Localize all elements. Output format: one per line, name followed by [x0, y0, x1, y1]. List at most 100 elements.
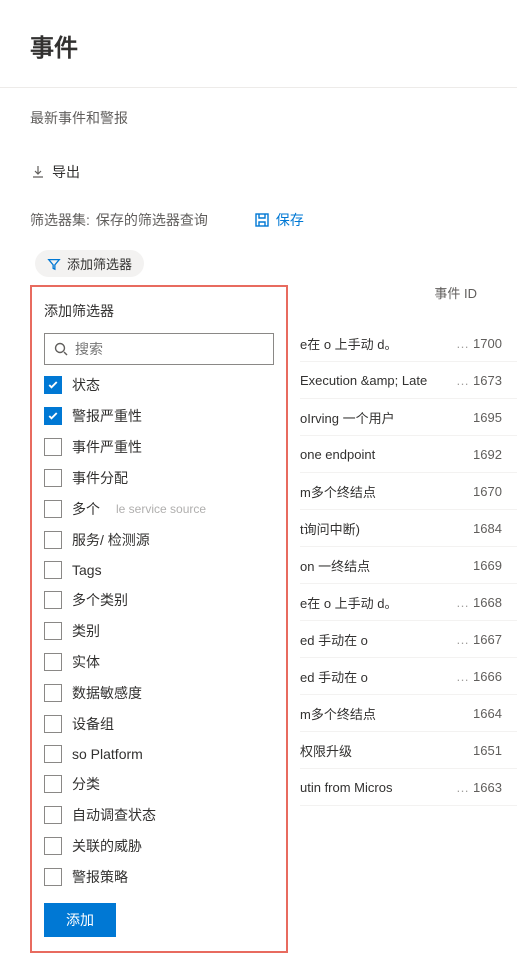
ellipsis-icon: … — [456, 373, 469, 388]
popup-title: 添加筛选器 — [44, 301, 274, 321]
table-row[interactable]: m多个终结点1670 — [300, 473, 517, 510]
filter-option[interactable]: 自动调查状态 — [44, 805, 274, 825]
checkbox-icon[interactable] — [44, 500, 62, 518]
table-row[interactable]: 权限升级1651 — [300, 732, 517, 769]
incident-id: 1700 — [473, 336, 517, 351]
incident-list: e在 o 上手动 d。…1700Execution &amp; Late…167… — [300, 325, 517, 806]
filter-option[interactable]: 多个类别 — [44, 590, 274, 610]
checkbox-icon[interactable] — [44, 745, 62, 763]
filter-option-label: 事件分配 — [72, 468, 128, 488]
filter-option-label: 分类 — [72, 774, 100, 794]
table-row[interactable]: e在 o 上手动 d。… 1700 — [300, 325, 517, 362]
checkbox-icon[interactable] — [44, 438, 62, 456]
filter-checklist: 状态警报严重性事件严重性事件分配多个 le service source 服务/ 检… — [44, 375, 274, 887]
filter-option-label: 类别 — [72, 621, 100, 641]
search-input-wrap[interactable] — [44, 333, 274, 365]
table-row[interactable]: utin from Micros…1663 — [300, 769, 517, 806]
filter-option-label: 多个类别 — [72, 590, 128, 610]
table-row[interactable]: oIrving 一个用户1695 — [300, 399, 517, 436]
export-button[interactable]: 导出 — [52, 162, 80, 182]
table-row[interactable]: ed 手动在 o…1667 — [300, 621, 517, 658]
filter-option[interactable]: 类别 — [44, 621, 274, 641]
incident-id: 1673 — [473, 373, 517, 388]
filter-option-label: 数据敏感度 — [72, 683, 142, 703]
table-row[interactable]: Execution &amp; Late…1673 — [300, 362, 517, 399]
incident-name: utin from Micros — [300, 780, 456, 795]
checkbox-icon[interactable] — [44, 684, 62, 702]
filter-option-label: 设备组 — [72, 714, 114, 734]
table-row[interactable]: e在 o 上手动 d。… 1668 — [300, 584, 517, 621]
incident-name: e在 o 上手动 d。 — [300, 334, 456, 353]
checkbox-icon[interactable] — [44, 561, 62, 579]
checkbox-icon[interactable] — [44, 653, 62, 671]
save-button[interactable]: 保存 — [254, 210, 304, 230]
table-row[interactable]: on 一终结点1669 — [300, 547, 517, 584]
filter-option-label: so Platform — [72, 746, 143, 762]
filter-option-label: 警报严重性 — [72, 406, 142, 426]
filter-option-label: 多个 — [72, 499, 100, 519]
funnel-icon — [47, 257, 61, 271]
filter-option[interactable]: 设备组 — [44, 714, 274, 734]
checkbox-icon[interactable] — [44, 376, 62, 394]
filter-option-label: 自动调查状态 — [72, 805, 156, 825]
checkbox-icon[interactable] — [44, 591, 62, 609]
table-row[interactable]: m多个终结点1664 — [300, 695, 517, 732]
page-subtitle: 最新事件和警报 — [0, 88, 517, 134]
filter-option[interactable]: 分类 — [44, 774, 274, 794]
ellipsis-icon: … — [456, 336, 469, 351]
checkbox-icon[interactable] — [44, 407, 62, 425]
save-icon — [254, 212, 270, 228]
filter-option[interactable]: 多个 le service source — [44, 499, 274, 519]
search-icon — [53, 341, 69, 357]
table-row[interactable]: one endpoint1692 — [300, 436, 517, 473]
filterset-query: 保存的筛选器查询 — [96, 210, 208, 230]
checkbox-icon[interactable] — [44, 868, 62, 886]
column-header-id[interactable]: 事件 ID — [434, 283, 477, 302]
export-icon[interactable] — [30, 164, 46, 180]
filter-option[interactable]: 关联的威胁 — [44, 836, 274, 856]
incident-name: 权限升级 — [300, 741, 473, 760]
ellipsis-icon: … — [456, 595, 469, 610]
filter-option-label: 关联的威胁 — [72, 836, 142, 856]
incident-id: 1663 — [473, 780, 517, 795]
incident-id: 1669 — [473, 558, 517, 573]
filter-option[interactable]: 事件严重性 — [44, 437, 274, 457]
add-filter-chip[interactable]: 添加筛选器 — [35, 250, 144, 277]
checkbox-icon[interactable] — [44, 622, 62, 640]
filter-option-label: 服务/ 检测源 — [72, 530, 150, 550]
filterset-row: 筛选器集: 保存的筛选器查询 保存 — [0, 192, 517, 238]
filter-option-label: Tags — [72, 562, 102, 578]
ellipsis-icon: … — [456, 632, 469, 647]
checkbox-icon[interactable] — [44, 837, 62, 855]
filter-option[interactable]: 警报策略 — [44, 867, 274, 887]
checkbox-icon[interactable] — [44, 715, 62, 733]
add-button[interactable]: 添加 — [44, 903, 116, 937]
checkbox-icon[interactable] — [44, 531, 62, 549]
table-row[interactable]: t询问中断)1684 — [300, 510, 517, 547]
incident-name: t询问中断) — [300, 519, 473, 538]
filter-option[interactable]: 事件分配 — [44, 468, 274, 488]
checkbox-icon[interactable] — [44, 775, 62, 793]
filter-option[interactable]: Tags — [44, 561, 274, 579]
filter-option[interactable]: 实体 — [44, 652, 274, 672]
add-filter-chip-label: 添加筛选器 — [67, 254, 132, 273]
filter-option-label: 警报策略 — [72, 867, 128, 887]
filter-option[interactable]: 警报严重性 — [44, 406, 274, 426]
incident-id: 1668 — [473, 595, 517, 610]
filter-option[interactable]: so Platform — [44, 745, 274, 763]
incident-id: 1666 — [473, 669, 517, 684]
checkbox-icon[interactable] — [44, 469, 62, 487]
filter-option[interactable]: 状态 — [44, 375, 274, 395]
checkbox-icon[interactable] — [44, 806, 62, 824]
filter-option-extra: le service source — [116, 502, 206, 516]
filter-option-label: 状态 — [72, 375, 100, 395]
filter-option[interactable]: 服务/ 检测源 — [44, 530, 274, 550]
table-row[interactable]: ed 手动在 o…1666 — [300, 658, 517, 695]
incident-name: e在 o 上手动 d。 — [300, 593, 456, 612]
search-input[interactable] — [75, 341, 265, 357]
incident-id: 1664 — [473, 706, 517, 721]
filter-option[interactable]: 数据敏感度 — [44, 683, 274, 703]
incident-id: 1651 — [473, 743, 517, 758]
filter-option-label: 事件严重性 — [72, 437, 142, 457]
ellipsis-icon: … — [456, 669, 469, 684]
